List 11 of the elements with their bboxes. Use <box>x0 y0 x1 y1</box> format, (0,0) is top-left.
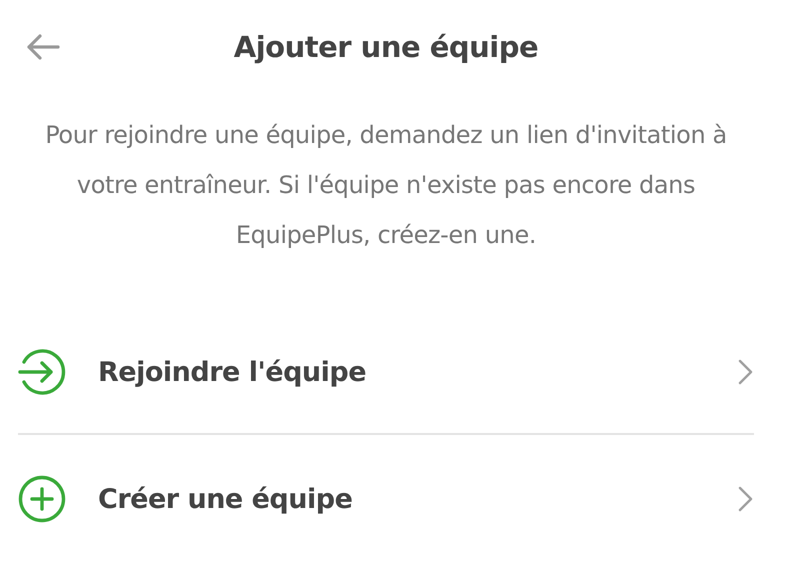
chevron-icon <box>738 359 754 385</box>
option-row[interactable]: Créer une équipe <box>18 435 754 563</box>
page-title: Ajouter une équipe <box>234 30 538 64</box>
option-label: Créer une équipe <box>98 484 354 514</box>
option-row[interactable]: Rejoindre l'équipe <box>18 311 754 433</box>
intro-text: Pour rejoindre une équipe, demandez un lien d'invitation à votre entraîneur. Si l'équipe n'existe pas encore dans EquipePlus, créez-en une. <box>44 120 728 251</box>
back-icon[interactable] <box>26 34 60 60</box>
chevron-icon <box>738 486 754 512</box>
enter-icon <box>18 348 66 396</box>
option-label: Rejoindre l'équipe <box>98 356 368 388</box>
plus-icon <box>18 475 66 523</box>
